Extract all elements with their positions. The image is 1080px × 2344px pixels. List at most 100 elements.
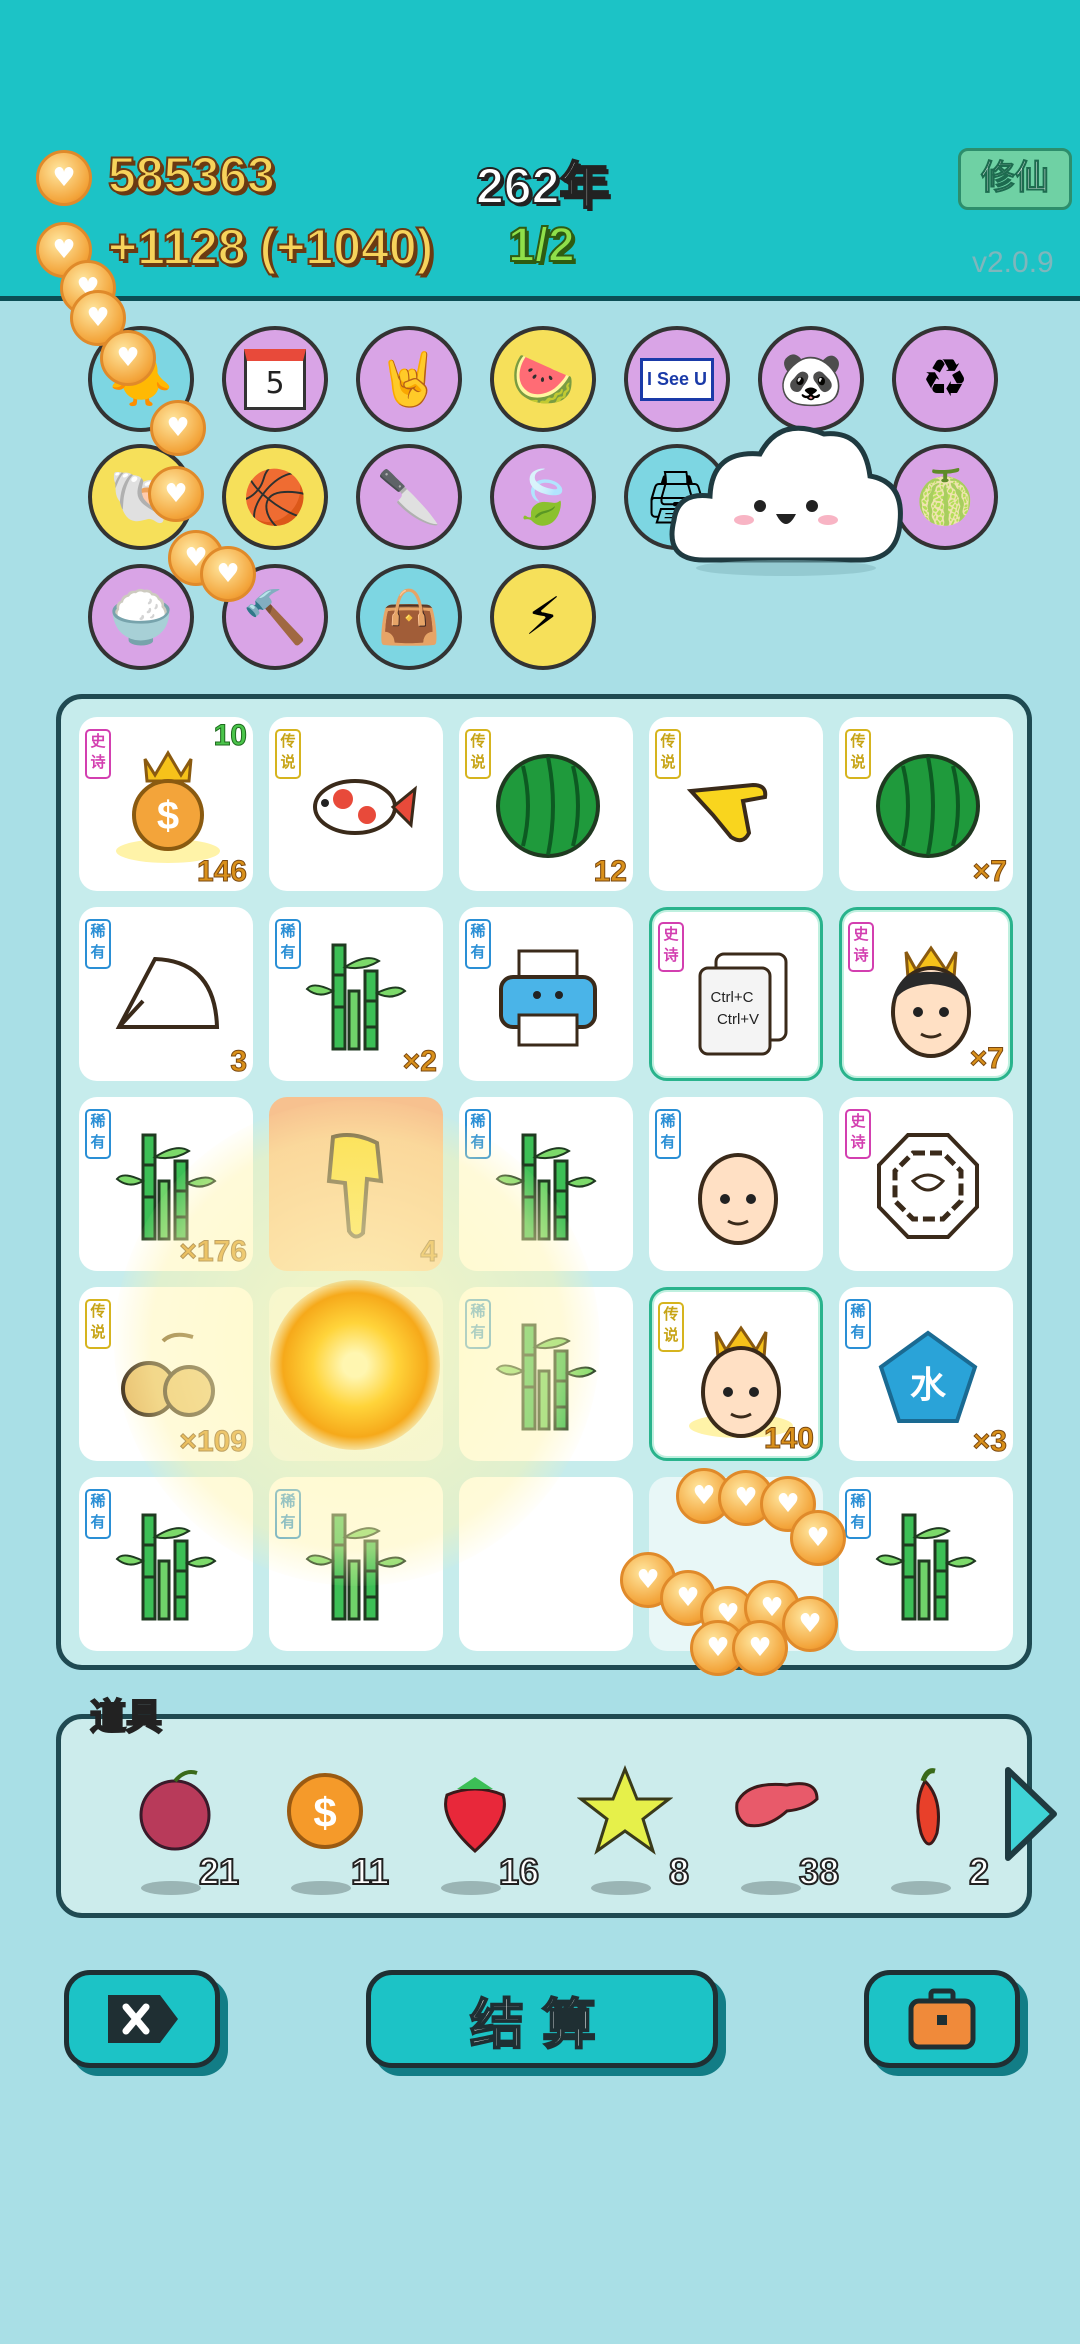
settle-button[interactable]: 结算 <box>366 1970 718 2068</box>
item-slot[interactable]: 21 <box>107 1759 247 1899</box>
stage-progress: 1/2 <box>507 218 576 273</box>
skill-rock-hand-button[interactable]: 🤘 <box>356 326 462 432</box>
item-count: 140 <box>763 1422 814 1456</box>
item-slot[interactable]: 16 <box>407 1759 547 1899</box>
xiuxian-button[interactable]: 修仙 <box>958 148 1072 210</box>
empty-slot <box>483 1501 613 1631</box>
skill-leaf-button[interactable]: 🍃 <box>490 444 596 550</box>
rarity-tag: 稀有 <box>845 1489 871 1539</box>
watermelon-icon <box>863 741 993 871</box>
flying-coin-icon: ♥ <box>148 466 204 522</box>
rarity-tag: 稀有 <box>85 919 111 969</box>
rarity-tag: 史诗 <box>845 1109 871 1159</box>
item-slot[interactable]: 8 <box>557 1759 697 1899</box>
bamboo-icon <box>103 1121 233 1251</box>
merge-board: $ 史诗 146 10 传说 传说 12 传说 传说 ×7 稀有 3 稀有 ×2 稀有 Ctrl… <box>56 694 1032 1670</box>
quit-button[interactable] <box>64 1970 220 2068</box>
chili-icon <box>916 1768 940 1846</box>
bagua-icon <box>863 1121 993 1251</box>
star-icon <box>577 1764 673 1855</box>
settle-button-label: 结算 <box>469 1992 614 2057</box>
board-cell[interactable]: 稀有 <box>459 907 633 1081</box>
item-quantity: 2 <box>968 1850 990 1893</box>
board-cell[interactable]: 传说 12 <box>459 717 633 891</box>
item-slot[interactable]: 38 <box>707 1759 847 1899</box>
board-cell[interactable]: 传说 ×7 <box>839 717 1013 891</box>
svg-text:水: 水 <box>910 1365 947 1406</box>
item-quantity: 21 <box>198 1850 240 1893</box>
rarity-tag: 传说 <box>845 729 871 779</box>
skill-calendar-button[interactable]: 5 <box>222 326 328 432</box>
board-cell[interactable]: 稀有 ×2 <box>269 907 443 1081</box>
bamboo-icon <box>293 1501 423 1631</box>
rarity-tag: 稀有 <box>465 919 491 969</box>
calendar-icon: 5 <box>244 348 306 410</box>
board-cell[interactable]: 传说 140 <box>649 1287 823 1461</box>
next-arrow-icon[interactable] <box>1000 1764 1060 1864</box>
pomelo-icon: 🍈 <box>912 467 978 528</box>
skill-lightning-button[interactable]: ⚡ <box>490 564 596 670</box>
item-slot[interactable]: 2 <box>857 1759 997 1899</box>
rarity-tag: 稀有 <box>85 1489 111 1539</box>
skill-sack-button[interactable]: 👜 <box>356 564 462 670</box>
bamboo-icon <box>103 1501 233 1631</box>
rarity-tag: 史诗 <box>85 729 111 779</box>
briefcase-icon <box>908 1988 976 2050</box>
item-count: ×7 <box>969 1042 1004 1076</box>
bag-button[interactable] <box>864 1970 1020 2068</box>
items-bar: 21 $11 16 8 38 2 <box>56 1714 1032 1918</box>
items-title: 道具 <box>89 1696 163 1739</box>
rarity-tag: 史诗 <box>848 922 874 972</box>
item-shadow <box>591 1881 651 1895</box>
board-cell[interactable]: 稀有 <box>459 1287 633 1461</box>
board-cell[interactable]: 传说 <box>649 717 823 891</box>
rarity-tag: 稀有 <box>655 1109 681 1159</box>
pile-coin-icon: ♥ <box>732 1620 788 1676</box>
skill-cleaver-button[interactable]: 🔪 <box>356 444 462 550</box>
recycle-icon: ♻ <box>921 349 969 409</box>
skill-basketball-button[interactable]: 🏀 <box>222 444 328 550</box>
liver-icon <box>735 1782 819 1828</box>
board-cell[interactable]: 稀有 ×176 <box>79 1097 253 1271</box>
item-quantity: 8 <box>668 1850 690 1893</box>
panda-icon: 🐼 <box>778 349 844 410</box>
board-cell[interactable]: 水稀有 ×3 <box>839 1287 1013 1461</box>
printer-icon <box>483 931 613 1061</box>
board-cell[interactable]: 传说 <box>269 717 443 891</box>
board-cell[interactable]: $ 史诗 146 10 <box>79 717 253 891</box>
delete-icon <box>108 1995 178 2043</box>
board-cell[interactable]: 史诗 <box>839 1097 1013 1271</box>
fruit-basket-icon: 🍉 <box>510 349 576 410</box>
board-cell[interactable] <box>459 1477 633 1651</box>
board-cell[interactable]: Ctrl+C Ctrl+V 史诗 <box>649 907 823 1081</box>
board-cell[interactable]: 稀有 <box>79 1477 253 1651</box>
svg-text:$: $ <box>313 1789 336 1836</box>
sack-icon: 👜 <box>376 587 442 648</box>
flying-coin-icon: ♥ <box>150 400 206 456</box>
board-cell[interactable]: 4 <box>269 1097 443 1271</box>
board-cell[interactable]: 稀有 <box>459 1097 633 1271</box>
coin-rush-icon: $ <box>103 741 233 871</box>
version-label: v2.0.9 <box>972 246 1054 279</box>
rarity-tag: 传说 <box>658 1302 684 1352</box>
bamboo-icon <box>863 1501 993 1631</box>
board-cell[interactable]: 史诗 ×7 <box>839 907 1013 1081</box>
board-cell[interactable]: 稀有 <box>649 1097 823 1271</box>
item-slot[interactable]: $11 <box>257 1759 397 1899</box>
board-cell[interactable]: 稀有 3 <box>79 907 253 1081</box>
board-cell[interactable]: 传说 ×109 <box>79 1287 253 1461</box>
cleaver-icon: 🔪 <box>376 467 442 528</box>
svg-text:Ctrl+C: Ctrl+C <box>711 989 754 1006</box>
item-count: 146 <box>196 855 247 889</box>
board-cell[interactable]: 稀有 <box>839 1477 1013 1651</box>
board-cell[interactable]: 稀有 <box>269 1477 443 1651</box>
rarity-tag: 史诗 <box>658 922 684 972</box>
pointing-down-hand-icon <box>293 1121 423 1251</box>
rarity-tag: 稀有 <box>275 1489 301 1539</box>
item-count: ×109 <box>179 1425 248 1459</box>
level-count: 10 <box>213 719 247 753</box>
item-count: 4 <box>420 1235 438 1269</box>
leaf-icon: 🍃 <box>510 467 576 528</box>
rarity-tag: 稀有 <box>85 1109 111 1159</box>
skill-fruit-basket-button[interactable]: 🍉 <box>490 326 596 432</box>
